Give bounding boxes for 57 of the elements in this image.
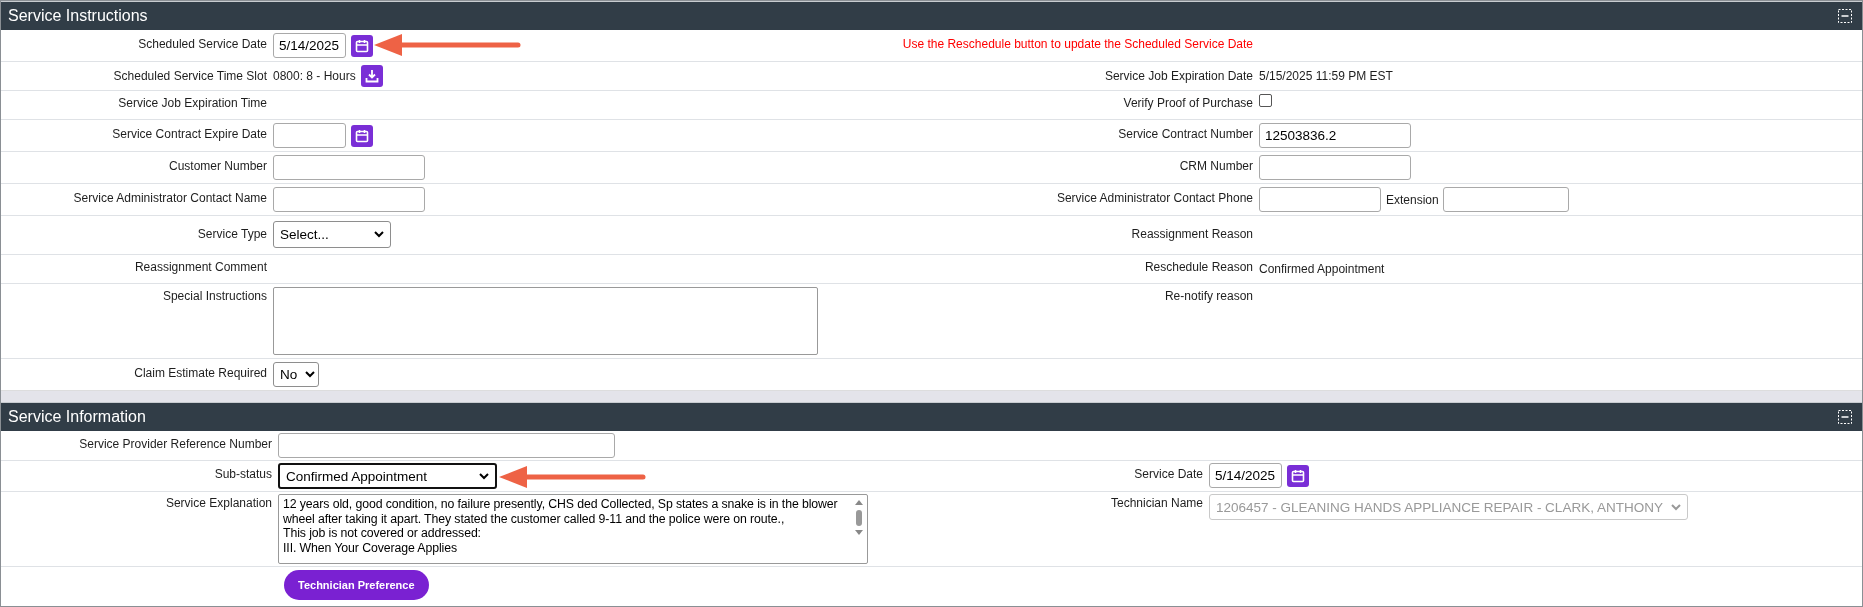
input-field[interactable] (273, 155, 425, 180)
input-field[interactable]: 5/14/2025 (1209, 463, 1282, 488)
field-label: Verify Proof of Purchase (1123, 96, 1253, 110)
collapse-icon[interactable] (1838, 410, 1852, 424)
input-field[interactable] (273, 187, 425, 212)
chevron-icon (374, 231, 384, 238)
field-label: Extension (1386, 192, 1439, 207)
field-label: Reschedule Reason (1144, 260, 1253, 274)
input-field[interactable] (273, 123, 346, 148)
input-field[interactable] (278, 433, 615, 458)
field-label: Scheduled Service Date (138, 37, 267, 51)
field-label: Service Job Expiration Time (118, 96, 267, 110)
dropdown[interactable]: Confirmed Appointment (278, 463, 497, 489)
field-label: Re-notify reason (1164, 289, 1253, 303)
section-title: Service Information (8, 408, 146, 426)
input-field[interactable]: 12503836.2 (1259, 123, 1411, 148)
field-label: Scheduled Service Time Slot (113, 69, 267, 83)
field-label: Service Administrator Contact Name (73, 191, 267, 205)
field-label: Service Provider Reference Number (79, 437, 272, 451)
field-value: 0800: 8 - Hours (273, 68, 356, 85)
input-field[interactable] (1259, 155, 1411, 180)
input-field[interactable]: 5/14/2025 (273, 33, 346, 58)
dropdown[interactable]: No (273, 362, 319, 387)
field-label: Service Job Expiration Date (1104, 69, 1253, 83)
field-label: Reassignment Comment (134, 260, 267, 274)
chevron-icon (479, 472, 489, 480)
chevron-icon (305, 371, 316, 378)
field-value: Confirmed Appointment (1259, 261, 1385, 278)
section-title: Service Instructions (8, 7, 148, 25)
field-label: Service Contract Number (1118, 127, 1253, 141)
field-label: Reassignment Reason (1131, 227, 1253, 241)
calendar-icon[interactable] (351, 34, 373, 57)
input-field[interactable] (1442, 187, 1569, 212)
chevron-icon (1670, 503, 1681, 511)
field-label: Special Instructions (162, 289, 267, 303)
input-field[interactable] (1259, 187, 1381, 212)
collapse-icon[interactable] (1838, 9, 1852, 23)
field-label: Service Type (197, 227, 267, 241)
text-area[interactable] (273, 287, 818, 355)
technician-preference-button[interactable]: Technician Preference (284, 570, 429, 600)
calendar-icon[interactable] (351, 124, 373, 147)
download-icon[interactable] (360, 65, 383, 87)
field-label: Customer Number (168, 159, 267, 173)
field-label: Service Contract Expire Date (112, 127, 267, 141)
text-area[interactable]: 12 years old, good condition, no failure presently, CHS ded Collected, Sp states a snake is in the blower wheel after taking it apart. They stated the customer called 9-11 and the police were on route., This job is not covered or addressed: III. When Your Coverage Applies (278, 494, 868, 564)
notice-text: Use the Reschedule button to update the Scheduled Service Date (902, 36, 1253, 53)
field-value: 5/15/2025 11:59 PM EST (1259, 68, 1393, 85)
dropdown[interactable]: Select... (273, 221, 391, 248)
field-label: Technician Name (1110, 496, 1203, 510)
field-label: CRM Number (1179, 159, 1253, 173)
field-label: Service Administrator Contact Phone (1056, 191, 1253, 205)
field-label: Service Date (1134, 467, 1203, 481)
field-label: Service Explanation (165, 496, 272, 510)
field-label: Claim Estimate Required (134, 366, 267, 380)
checkbox[interactable] (1259, 94, 1272, 107)
calendar-icon[interactable] (1287, 464, 1309, 487)
field-label: Sub-status (214, 467, 272, 481)
